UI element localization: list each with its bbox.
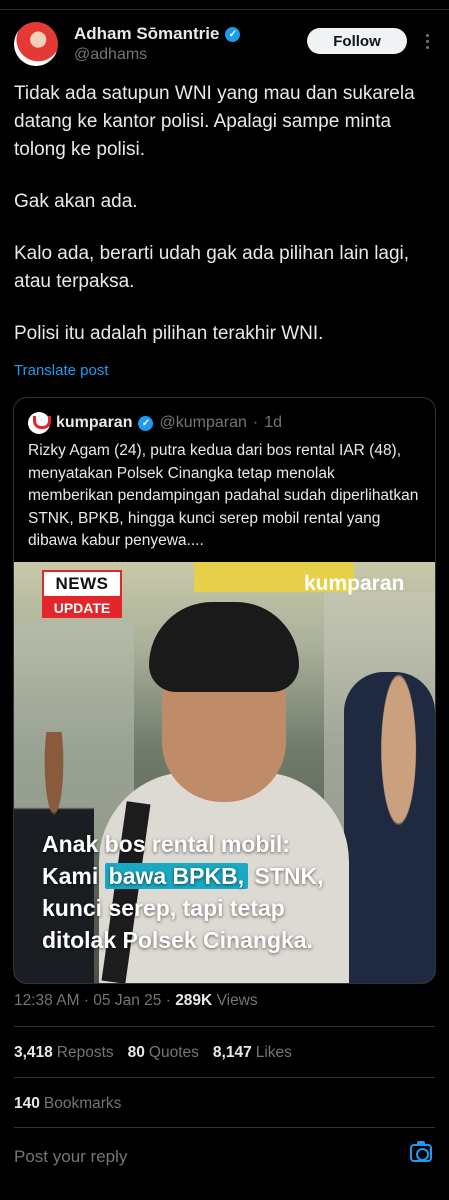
reposts-stat[interactable]: 3,418 Reposts	[14, 1044, 114, 1062]
bookmarks-label: Bookmarks	[43, 1095, 122, 1112]
post-paragraph: Kalo ada, berarti udah gak ada pilihan l…	[14, 243, 410, 292]
quoted-post-image[interactable]: NEWS UPDATE kumparan Anak bos rental mob…	[14, 562, 435, 983]
divider	[14, 1127, 435, 1128]
caption-line: Kami bawa BPKB, STNK,	[42, 860, 422, 892]
verified-badge-icon: ✓	[138, 415, 154, 431]
quotes-count: 80	[127, 1044, 145, 1061]
quoted-post-time: 1d	[264, 414, 282, 431]
separator-dot: ·	[252, 414, 259, 431]
quoted-post-header: kumparan ✓ @kumparan · 1d	[28, 412, 282, 434]
quoted-author-handle: @kumparan	[159, 414, 247, 431]
caption-line: Anak bos rental mobil:	[42, 831, 290, 857]
post-text: Tidak ada satupun WNI yang mau dan sukar…	[14, 80, 434, 348]
news-badge-bottom: UPDATE	[42, 598, 122, 618]
quotes-stat[interactable]: 80 Quotes	[128, 1044, 199, 1062]
author-name[interactable]: Adham Sōmantrie	[74, 24, 219, 44]
views-count: 289K	[175, 992, 213, 1009]
post-time[interactable]: 12:38 AM	[14, 992, 80, 1009]
engagement-stats: 3,418 Reposts 80 Quotes 8,147 Likes	[14, 1044, 298, 1062]
likes-count: 8,147	[212, 1044, 252, 1061]
separator-dot: ·	[83, 992, 89, 1009]
quoted-post[interactable]: kumparan ✓ @kumparan · 1d Rizky Agam (24…	[13, 397, 436, 984]
reposts-label: Reposts	[56, 1044, 114, 1061]
post-paragraph: Tidak ada satupun WNI yang mau dan sukar…	[14, 83, 415, 160]
camera-icon[interactable]	[410, 1141, 432, 1162]
top-divider	[0, 9, 449, 10]
translate-post-link[interactable]: Translate post	[14, 362, 109, 379]
quoted-author-name: kumparan	[56, 414, 133, 431]
bookmarks-stat[interactable]: 140 Bookmarks	[14, 1095, 121, 1113]
post-paragraph: Polisi itu adalah pilihan terakhir WNI.	[14, 323, 324, 344]
likes-label: Likes	[255, 1044, 292, 1061]
caption-text: STNK,	[248, 863, 324, 889]
news-update-badge: NEWS UPDATE	[42, 570, 122, 618]
quoted-post-text: Rizky Agam (24), putra kedua dari bos re…	[28, 442, 419, 549]
caption-highlight: bawa BPKB,	[104, 863, 249, 889]
views-label: Views	[216, 992, 258, 1009]
author-handle[interactable]: @adhams	[74, 46, 147, 64]
image-watermark: kumparan	[304, 572, 405, 595]
caption-line: ditolak Polsek Cinangka.	[42, 927, 313, 953]
likes-stat[interactable]: 8,147 Likes	[213, 1044, 292, 1062]
bookmarks-count: 140	[14, 1095, 40, 1112]
separator-dot: ·	[165, 992, 171, 1009]
news-badge-top: NEWS	[42, 570, 122, 598]
follow-button[interactable]: Follow	[307, 28, 407, 54]
divider	[14, 1077, 435, 1078]
post-paragraph: Gak akan ada.	[14, 191, 138, 212]
reposts-count: 3,418	[14, 1044, 53, 1061]
verified-badge-icon: ✓	[225, 26, 241, 42]
quotes-label: Quotes	[148, 1044, 199, 1061]
post-meta: 12:38 AM · 05 Jan 25 · 289K Views	[14, 992, 258, 1010]
caption-text: Kami	[42, 863, 105, 889]
avatar[interactable]	[14, 22, 58, 66]
divider	[14, 1026, 435, 1027]
reply-input[interactable]: Post your reply	[14, 1147, 127, 1167]
image-caption: Anak bos rental mobil: Kami bawa BPKB, S…	[42, 828, 422, 956]
post-date[interactable]: 05 Jan 25	[93, 992, 161, 1009]
author-name-row: Adham Sōmantrie ✓	[74, 24, 241, 44]
more-options-icon[interactable]	[420, 30, 434, 52]
kumparan-logo-icon	[28, 412, 51, 434]
caption-line: kunci serep, tapi tetap	[42, 895, 285, 921]
